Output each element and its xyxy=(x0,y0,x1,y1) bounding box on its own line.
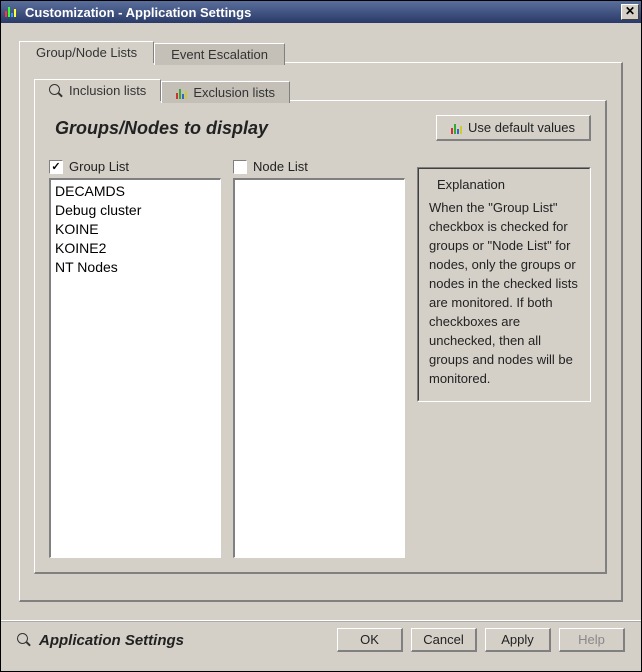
bars-icon xyxy=(451,122,462,134)
group-list-checkbox[interactable]: ✓ xyxy=(49,160,63,174)
outer-tab-panel: Inclusion lists Exclusion lists xyxy=(19,62,623,602)
group-list-column: ✓ Group List DECAMDSDebug clusterKOINEKO… xyxy=(49,159,221,558)
button-label: Use default values xyxy=(468,120,575,135)
list-item[interactable]: KOINE2 xyxy=(55,239,216,258)
inner-tab-panel: Groups/Nodes to display Use default valu… xyxy=(34,100,607,574)
help-button[interactable]: Help xyxy=(559,628,625,652)
tab-label: Inclusion lists xyxy=(69,83,146,98)
tab-label: Exclusion lists xyxy=(193,85,275,100)
tab-exclusion-lists[interactable]: Exclusion lists xyxy=(161,81,290,103)
cancel-button[interactable]: Cancel xyxy=(411,628,477,652)
tab-group-node-lists[interactable]: Group/Node Lists xyxy=(19,41,154,63)
group-list-label: Group List xyxy=(69,159,129,174)
footer-title-text: Application Settings xyxy=(39,632,184,649)
node-listbox[interactable] xyxy=(233,178,405,558)
node-list-checkbox[interactable] xyxy=(233,160,247,174)
explanation-groupbox: Explanation When the "Group List" checkb… xyxy=(417,167,591,402)
list-item[interactable]: Debug cluster xyxy=(55,201,216,220)
footer-bar: Application Settings OK Cancel Apply Hel… xyxy=(1,620,641,652)
title-bar: Customization - Application Settings ✕ xyxy=(1,1,641,23)
apply-button[interactable]: Apply xyxy=(485,628,551,652)
inner-tab-container: Inclusion lists Exclusion lists xyxy=(34,79,607,574)
ok-button[interactable]: OK xyxy=(337,628,403,652)
close-button[interactable]: ✕ xyxy=(621,4,639,20)
tab-inclusion-lists[interactable]: Inclusion lists xyxy=(34,79,161,101)
node-list-label: Node List xyxy=(253,159,308,174)
magnifier-icon xyxy=(17,633,31,647)
outer-tab-container: Group/Node Lists Event Escalation Inclus… xyxy=(19,41,623,602)
dialog-window: Customization - Application Settings ✕ G… xyxy=(0,0,642,672)
node-list-column: Node List xyxy=(233,159,405,558)
use-default-values-button[interactable]: Use default values xyxy=(436,115,591,141)
tab-event-escalation[interactable]: Event Escalation xyxy=(154,43,285,65)
app-icon xyxy=(5,5,19,19)
list-item[interactable]: NT Nodes xyxy=(55,258,216,277)
window-title: Customization - Application Settings xyxy=(25,5,251,20)
list-item[interactable]: KOINE xyxy=(55,220,216,239)
section-title: Groups/Nodes to display xyxy=(49,118,268,139)
bars-icon xyxy=(176,87,187,99)
tab-label: Event Escalation xyxy=(171,47,268,62)
explanation-title: Explanation xyxy=(433,177,509,192)
magnifier-icon xyxy=(49,84,63,98)
list-item[interactable]: DECAMDS xyxy=(55,182,216,201)
explanation-text: When the "Group List" checkbox is checke… xyxy=(429,198,579,388)
tab-label: Group/Node Lists xyxy=(36,45,137,60)
group-listbox[interactable]: DECAMDSDebug clusterKOINEKOINE2NT Nodes xyxy=(49,178,221,558)
